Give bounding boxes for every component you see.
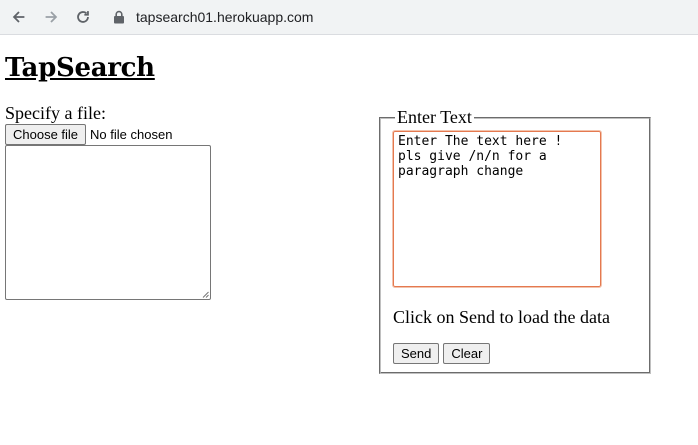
file-input[interactable]: Choose file No file chosen [5, 124, 172, 145]
instruction-text: Click on Send to load the data [393, 307, 610, 327]
text-input-area[interactable]: Enter The text here ! pls give /n/n for … [392, 130, 602, 288]
fieldset-legend: Enter Text [395, 106, 474, 128]
file-label: Specify a file: [5, 103, 106, 123]
back-arrow-icon[interactable] [7, 5, 31, 29]
action-buttons: Send Clear [393, 343, 491, 364]
browser-toolbar: tapsearch01.herokuapp.com [0, 0, 698, 35]
forward-arrow-icon[interactable] [39, 5, 63, 29]
enter-text-fieldset: Enter Text Enter The text here ! pls giv… [379, 106, 651, 374]
send-button[interactable]: Send [393, 343, 440, 364]
clear-button[interactable]: Clear [443, 343, 491, 364]
file-status: No file chosen [90, 127, 173, 142]
reload-icon[interactable] [71, 5, 95, 29]
page-title: TapSearch [5, 53, 155, 83]
choose-file-button[interactable]: Choose file [5, 124, 87, 145]
file-content-textarea[interactable] [5, 145, 211, 300]
lock-icon [114, 10, 124, 24]
address-bar[interactable]: tapsearch01.herokuapp.com [112, 5, 313, 29]
url-text: tapsearch01.herokuapp.com [136, 9, 314, 25]
resize-grip-icon[interactable] [202, 291, 209, 298]
